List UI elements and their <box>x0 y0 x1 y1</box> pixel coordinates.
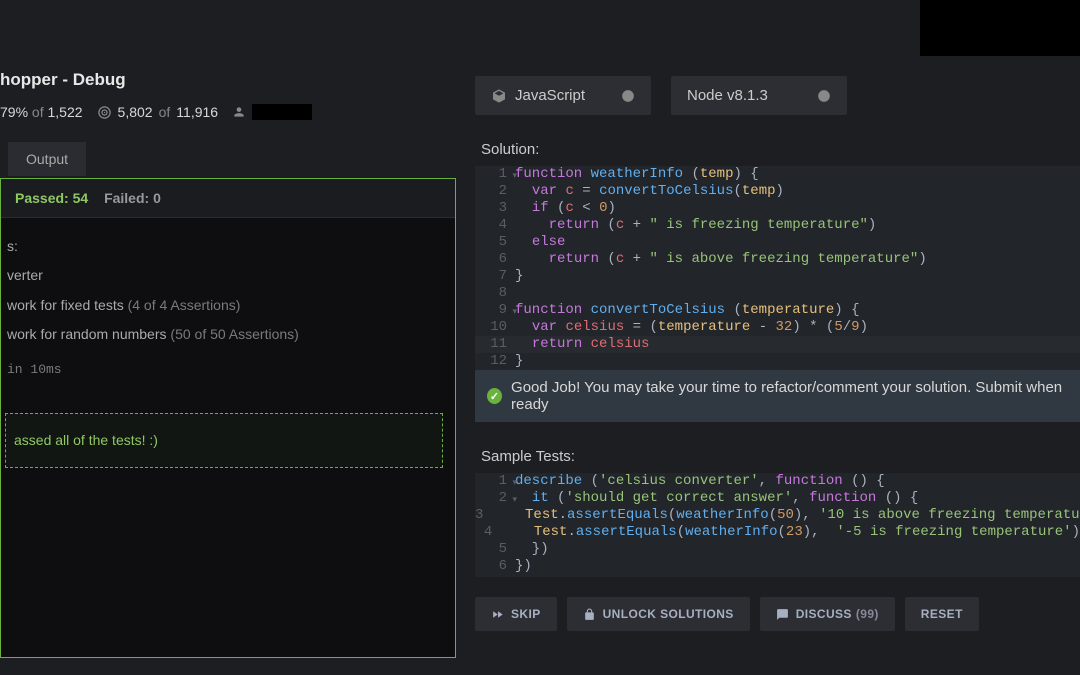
output-tabs: Output <box>8 142 86 176</box>
code-line[interactable]: 5 }) <box>475 541 1080 558</box>
lock-icon <box>583 608 596 621</box>
skip-button[interactable]: SKIP <box>475 597 557 631</box>
code-line[interactable]: 9▾function convertToCelsius (temperature… <box>475 302 1080 319</box>
code-line[interactable]: 3 Test.assertEquals(weatherInfo(50), '10… <box>475 507 1080 524</box>
test-suite-name[interactable]: verter <box>7 261 449 290</box>
code-line[interactable]: 7} <box>475 268 1080 285</box>
sample-tests-label: Sample Tests: <box>481 448 1080 465</box>
code-line[interactable]: 2▾ it ('should get correct answer', func… <box>475 490 1080 507</box>
good-job-banner: Good Job! You may take your time to refa… <box>475 370 1080 422</box>
star-stat: 5,802 of 11,916 <box>97 104 219 120</box>
author-name-redacted <box>252 104 312 120</box>
code-line[interactable]: 8 <box>475 285 1080 302</box>
language-dropdown[interactable]: JavaScript <box>475 76 651 115</box>
kata-stats: 79% of 1,522 5,802 of 11,916 <box>0 104 312 120</box>
skip-icon <box>491 608 504 621</box>
discuss-button[interactable]: DISCUSS (99) <box>760 597 895 631</box>
javascript-icon <box>491 88 507 104</box>
code-line[interactable]: 10 var celsius = (temperature - 32) * (5… <box>475 319 1080 336</box>
code-line[interactable]: 3 if (c < 0) <box>475 200 1080 217</box>
check-circle-icon <box>487 388 502 404</box>
output-summary: Passed: 54 Failed: 0 <box>1 179 455 218</box>
output-panel: Passed: 54 Failed: 0 s: verter work for … <box>0 178 456 658</box>
test-results-heading: s: <box>7 232 449 261</box>
code-line[interactable]: 6}) <box>475 558 1080 575</box>
completion-stat: 79% of 1,522 <box>0 104 83 120</box>
code-line[interactable]: 2 var c = convertToCelsius(temp) <box>475 183 1080 200</box>
code-line[interactable]: 5 else <box>475 234 1080 251</box>
failed-label: Failed: 0 <box>104 190 161 206</box>
tests-editor[interactable]: 1▾describe ('celsius converter', functio… <box>475 473 1080 577</box>
code-line[interactable]: 11 return celsius <box>475 336 1080 353</box>
fold-icon[interactable]: ▾ <box>512 492 517 509</box>
kata-title: hopper - Debug <box>0 70 312 90</box>
solution-label: Solution: <box>481 141 1080 158</box>
runtime-dropdown[interactable]: Node v8.1.3 <box>671 76 847 115</box>
chevron-down-icon <box>621 89 635 103</box>
code-line[interactable]: 1▾describe ('celsius converter', functio… <box>475 473 1080 490</box>
code-line[interactable]: 1▾function weatherInfo (temp) { <box>475 166 1080 183</box>
kata-header: hopper - Debug 79% of 1,522 5,802 of 11,… <box>0 70 312 120</box>
solution-editor[interactable]: 1▾function weatherInfo (temp) {2 var c =… <box>475 166 1080 370</box>
code-line[interactable]: 6 return (c + " is above freezing temper… <box>475 251 1080 268</box>
env-dropdowns: JavaScript Node v8.1.3 <box>475 76 1080 115</box>
code-line[interactable]: 12} <box>475 353 1080 370</box>
person-icon <box>232 105 246 119</box>
reset-button[interactable]: RESET <box>905 597 979 631</box>
target-icon <box>97 105 112 120</box>
unlock-solutions-button[interactable]: UNLOCK SOLUTIONS <box>567 597 750 631</box>
chat-icon <box>776 608 789 621</box>
author-stat <box>232 104 312 120</box>
passed-label: Passed: 54 <box>15 190 92 206</box>
top-black-region <box>920 0 1080 56</box>
code-line[interactable]: 4 Test.assertEquals(weatherInfo(23), '-5… <box>475 524 1080 541</box>
chevron-down-icon <box>817 89 831 103</box>
tab-output[interactable]: Output <box>8 142 86 176</box>
test-time: in 10ms <box>7 356 449 383</box>
test-result-row[interactable]: work for random numbers (50 of 50 Assert… <box>7 320 449 349</box>
action-buttons: SKIP UNLOCK SOLUTIONS DISCUSS (99) RESET <box>475 597 1080 631</box>
all-tests-passed-banner: assed all of the tests! :) <box>5 413 443 468</box>
output-body: s: verter work for fixed tests (4 of 4 A… <box>1 218 455 482</box>
code-line[interactable]: 4 return (c + " is freezing temperature"… <box>475 217 1080 234</box>
test-result-row[interactable]: work for fixed tests (4 of 4 Assertions) <box>7 291 449 320</box>
